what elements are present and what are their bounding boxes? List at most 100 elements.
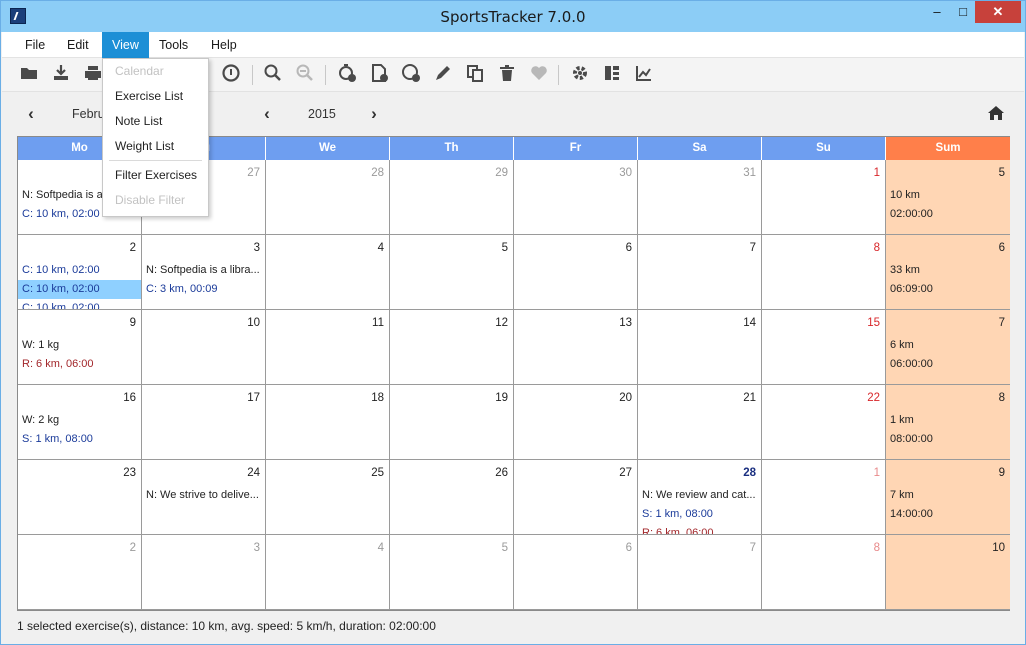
week-summary-cell[interactable]: 9 7 km 14:00:00: [886, 460, 1010, 535]
calendar-entry[interactable]: W: 2 kg: [18, 411, 141, 430]
title-bar[interactable]: SportsTracker 7.0.0 – □ ✕: [1, 1, 1025, 32]
day-cell[interactable]: 28: [266, 160, 390, 235]
calendar-entry[interactable]: N: Softpedia is a libra...: [142, 261, 265, 280]
info-icon[interactable]: [219, 63, 243, 87]
week-summary-cell[interactable]: 8 1 km 08:00:00: [886, 385, 1010, 460]
calendar-entry[interactable]: C: 10 km, 02:00: [18, 261, 141, 280]
calendar-entry[interactable]: N: We review and cat...: [638, 486, 761, 505]
previous-year-button[interactable]: ‹: [256, 103, 278, 125]
calendar-entry[interactable]: W: 1 kg: [18, 336, 141, 355]
day-cell[interactable]: 4: [266, 535, 390, 610]
maximize-button[interactable]: □: [948, 1, 978, 23]
statistics-icon[interactable]: [632, 63, 656, 87]
calendar-entry[interactable]: R: 6 km, 06:00: [18, 355, 141, 374]
menu-tools[interactable]: Tools: [149, 32, 198, 58]
day-cell[interactable]: 8: [762, 535, 886, 610]
day-cell[interactable]: 1: [762, 160, 886, 235]
day-number: 25: [371, 467, 384, 479]
day-number: 8: [873, 542, 880, 554]
calendar-entry[interactable]: R: 6 km, 06:00: [638, 524, 761, 534]
day-cell[interactable]: 5: [390, 235, 514, 310]
menu-edit[interactable]: Edit: [57, 32, 99, 58]
day-cell[interactable]: 3: [142, 535, 266, 610]
day-cell[interactable]: 30: [514, 160, 638, 235]
add-weight-icon[interactable]: [399, 63, 423, 87]
week-summary-cell[interactable]: 10: [886, 535, 1010, 610]
day-cell[interactable]: 22: [762, 385, 886, 460]
week-summary-cell[interactable]: 6 33 km 06:09:00: [886, 235, 1010, 310]
day-cell[interactable]: 12: [390, 310, 514, 385]
sum-header: Sum: [886, 137, 1010, 160]
delete-icon[interactable]: [495, 63, 519, 87]
day-entries: N: We review and cat... S: 1 km, 08:00 R: …: [638, 486, 761, 534]
day-cell[interactable]: 8: [762, 235, 886, 310]
calendar-entry[interactable]: C: 10 km, 02:00: [18, 280, 141, 299]
day-cell[interactable]: 6: [514, 235, 638, 310]
summary-value: 08:00:00: [890, 433, 933, 445]
day-cell[interactable]: 5: [390, 535, 514, 610]
menu-item-exercise-list[interactable]: Exercise List: [103, 84, 208, 109]
day-cell[interactable]: 13: [514, 310, 638, 385]
day-cell[interactable]: 7: [638, 535, 762, 610]
day-cell[interactable]: 6: [514, 535, 638, 610]
day-cell[interactable]: 23: [18, 460, 142, 535]
day-cell[interactable]: 18: [266, 385, 390, 460]
day-cell[interactable]: 1: [762, 460, 886, 535]
day-cell[interactable]: 20: [514, 385, 638, 460]
menu-item-weight-list[interactable]: Weight List: [103, 134, 208, 159]
day-cell[interactable]: 26: [390, 460, 514, 535]
day-number: 7: [749, 542, 756, 554]
day-cell[interactable]: 9 W: 1 kg R: 6 km, 06:00: [18, 310, 142, 385]
day-cell[interactable]: 31: [638, 160, 762, 235]
day-cell[interactable]: 2 C: 10 km, 02:00 C: 10 km, 02:00 C: 10 km,…: [18, 235, 142, 310]
zoom-in-icon[interactable]: [261, 63, 285, 87]
day-cell[interactable]: 27: [514, 460, 638, 535]
add-note-icon[interactable]: [367, 63, 391, 87]
copy-icon[interactable]: [463, 63, 487, 87]
day-number: 17: [247, 392, 260, 404]
week-summary-cell[interactable]: 7 6 km 06:00:00: [886, 310, 1010, 385]
menu-help[interactable]: Help: [201, 32, 247, 58]
menu-item-filter-exercises[interactable]: Filter Exercises: [103, 163, 208, 188]
day-cell[interactable]: 17: [142, 385, 266, 460]
toolbar-separator: [252, 65, 253, 85]
zoom-out-icon[interactable]: [293, 63, 317, 87]
day-cell[interactable]: 10: [142, 310, 266, 385]
calendar-entry[interactable]: S: 1 km, 08:00: [638, 505, 761, 524]
next-year-button[interactable]: ›: [363, 103, 385, 125]
day-cell[interactable]: 29: [390, 160, 514, 235]
calendar-entry[interactable]: C: 3 km, 00:09: [142, 280, 265, 299]
day-cell[interactable]: 2: [18, 535, 142, 610]
previous-month-button[interactable]: ‹: [20, 103, 42, 125]
open-folder-icon[interactable]: [17, 63, 41, 87]
settings-icon[interactable]: [568, 63, 592, 87]
day-cell[interactable]: 15: [762, 310, 886, 385]
calendar-entry[interactable]: C: 10 km, 02:00: [18, 299, 141, 309]
day-cell[interactable]: 16 W: 2 kg S: 1 km, 08:00: [18, 385, 142, 460]
day-cell[interactable]: 24 N: We strive to delive...: [142, 460, 266, 535]
edit-icon[interactable]: [431, 63, 455, 87]
close-button[interactable]: ✕: [975, 1, 1021, 23]
home-icon[interactable]: [986, 104, 1006, 124]
day-cell[interactable]: 4: [266, 235, 390, 310]
day-cell[interactable]: 28 N: We review and cat... S: 1 km, 08:00 R…: [638, 460, 762, 535]
day-cell[interactable]: 19: [390, 385, 514, 460]
heart-rate-icon[interactable]: [527, 63, 551, 87]
menu-view[interactable]: View: [102, 32, 149, 58]
day-number: 3: [253, 242, 260, 254]
day-cell[interactable]: 11: [266, 310, 390, 385]
save-icon[interactable]: [49, 63, 73, 87]
day-number: 24: [247, 467, 260, 479]
menu-item-note-list[interactable]: Note List: [103, 109, 208, 134]
add-exercise-icon[interactable]: [335, 63, 359, 87]
day-cell[interactable]: 21: [638, 385, 762, 460]
day-cell[interactable]: 3 N: Softpedia is a libra... C: 3 km, 00:0…: [142, 235, 266, 310]
calendar-entry[interactable]: N: We strive to delive...: [142, 486, 265, 505]
week-summary-cell[interactable]: 5 10 km 02:00:00: [886, 160, 1010, 235]
menu-file[interactable]: File: [15, 32, 55, 58]
day-cell[interactable]: 14: [638, 310, 762, 385]
calendar-entry[interactable]: S: 1 km, 08:00: [18, 430, 141, 449]
day-cell[interactable]: 7: [638, 235, 762, 310]
day-cell[interactable]: 25: [266, 460, 390, 535]
overview-icon[interactable]: [600, 63, 624, 87]
